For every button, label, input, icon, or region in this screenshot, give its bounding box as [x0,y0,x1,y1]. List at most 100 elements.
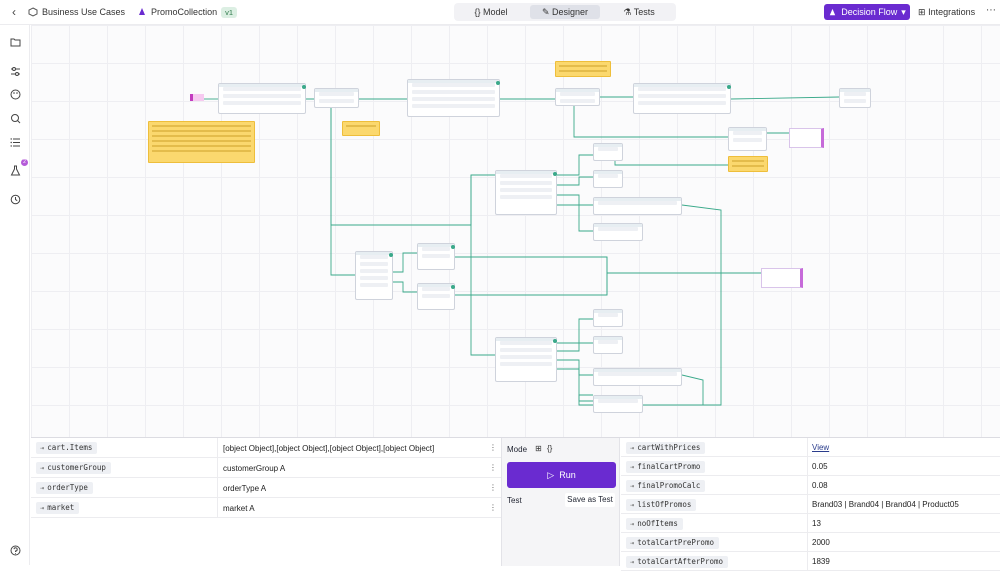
flow-node[interactable] [728,127,767,151]
output-row: ⇥ noOfItems 13 [621,514,1000,533]
output-row: ⇥ totalCartPrePromo 2000 [621,533,1000,552]
flow-node[interactable] [593,143,623,161]
play-icon: ▷ [547,469,555,480]
output-chip: ⇥ totalCartPrePromo [626,537,719,549]
braces-icon: {} [474,7,481,17]
run-label: Run [559,470,576,480]
output-name: totalCartAfterPromo [637,557,724,566]
output-row: ⇥ cartWithPrices View [621,438,1000,457]
search-doc-icon[interactable] [10,113,21,124]
test-label: Test [507,496,522,505]
output-row: ⇥ listOfPromos Brand03 | Brand04 | Brand0… [621,495,1000,514]
output-node[interactable] [789,128,824,148]
port-dot[interactable] [553,172,557,176]
help-icon[interactable] [10,545,21,556]
flow-node[interactable] [407,79,500,117]
flow-node[interactable] [495,170,557,215]
output-value: 0.08 [812,481,828,490]
port-dot[interactable] [553,339,557,343]
palette-icon[interactable] [10,89,21,100]
sticky-note[interactable] [728,156,768,172]
flow-node[interactable] [593,336,623,354]
flow-node[interactable] [593,223,643,241]
table-mode-icon[interactable]: ⊞ [535,444,542,453]
box-icon [28,7,38,17]
flow-node[interactable] [495,337,557,382]
input-value[interactable]: customerGroup A [223,464,285,473]
output-chip: ⇥ finalPromoCalc [626,480,706,492]
decision-flow-button[interactable]: Decision Flow ▾ [824,4,910,20]
output-node[interactable] [761,268,803,288]
port-dot[interactable] [727,85,731,89]
port-dot[interactable] [389,253,393,257]
flow-node[interactable] [593,197,682,215]
port-dot[interactable] [302,85,306,89]
breadcrumb-project[interactable]: Business Use Cases [28,7,125,17]
flow-node[interactable] [593,395,643,413]
output-row: ⇥ finalPromoCalc 0.08 [621,476,1000,495]
back-button[interactable]: ‹ [0,5,28,19]
flow-node[interactable] [633,83,731,114]
pencil-icon: ✎ [541,7,550,17]
breadcrumb-project-label: Business Use Cases [42,7,126,17]
flask-icon[interactable] [10,165,21,176]
output-chip: ⇥ totalCartAfterPromo [626,556,729,568]
input-chip: ⇥ market [36,502,80,514]
port-dot[interactable] [451,285,455,289]
row-menu-icon[interactable]: ⋮ [489,463,497,472]
run-button[interactable]: ▷ Run [507,462,616,488]
inputs-panel: ⇥ cart.Items [object Object],[object Obje… [31,438,501,566]
input-value[interactable]: [object Object],[object Object],[object … [223,444,434,453]
sticky-note[interactable] [148,121,255,163]
output-name: listOfPromos [637,500,692,509]
view-link[interactable]: View [812,443,829,452]
json-mode-icon[interactable]: {} [547,444,552,453]
sticky-note[interactable] [555,61,611,77]
tab-model[interactable]: {} Model [456,5,526,19]
output-row: ⇥ finalCartPromo 0.05 [621,457,1000,476]
flow-node[interactable] [593,368,682,386]
save-as-test-button[interactable]: Save as Test [565,493,615,507]
input-value[interactable]: market A [223,504,255,513]
flow-node[interactable] [593,170,623,188]
input-row: ⇥ customerGroup customerGroup A ⋮ [31,458,501,478]
row-menu-icon[interactable]: ⋮ [489,503,497,512]
flow-node[interactable] [555,88,600,106]
tab-designer[interactable]: ✎ Designer [530,5,600,19]
output-name: cartWithPrices [637,443,701,452]
output-arrow-icon: ⇥ [630,463,635,471]
breadcrumb-flow[interactable]: PromoCollection v1 [137,6,237,18]
flow-node[interactable] [417,243,455,270]
port-dot[interactable] [451,245,455,249]
flow-node[interactable] [218,83,306,114]
input-row: ⇥ market market A ⋮ [31,498,501,518]
integrations-button[interactable]: ⊞ Integrations [918,7,975,18]
flow-node[interactable] [593,309,623,327]
more-menu-button[interactable]: ⋯ [986,5,996,16]
sliders-icon[interactable] [10,66,21,77]
history-icon[interactable] [10,194,21,205]
input-row: ⇥ cart.Items [object Object],[object Obje… [31,438,501,458]
output-chip: ⇥ cartWithPrices [626,442,706,454]
flow-node[interactable] [417,283,455,310]
flow-node[interactable] [314,88,359,108]
output-chip: ⇥ noOfItems [626,518,683,530]
list-icon[interactable] [10,137,21,148]
start-node[interactable] [190,94,204,101]
input-name: cart.Items [47,443,93,452]
row-menu-icon[interactable]: ⋮ [489,483,497,492]
breadcrumb-flow-label: PromoCollection [151,7,218,17]
flow-canvas[interactable] [31,25,1000,437]
top-bar: ‹ Business Use Cases PromoCollection v1 … [0,0,1000,25]
tab-tests[interactable]: ⚗ Tests [604,5,674,19]
version-badge: v1 [221,6,237,18]
folder-icon[interactable] [10,37,21,48]
flow-node[interactable] [839,88,871,108]
flow-node[interactable] [355,251,393,300]
input-row: ⇥ orderType orderType A ⋮ [31,478,501,498]
sticky-note[interactable] [342,121,380,136]
mode-label: Mode [507,445,528,454]
row-menu-icon[interactable]: ⋮ [489,443,497,452]
port-dot[interactable] [496,81,500,85]
input-value[interactable]: orderType A [223,484,266,493]
